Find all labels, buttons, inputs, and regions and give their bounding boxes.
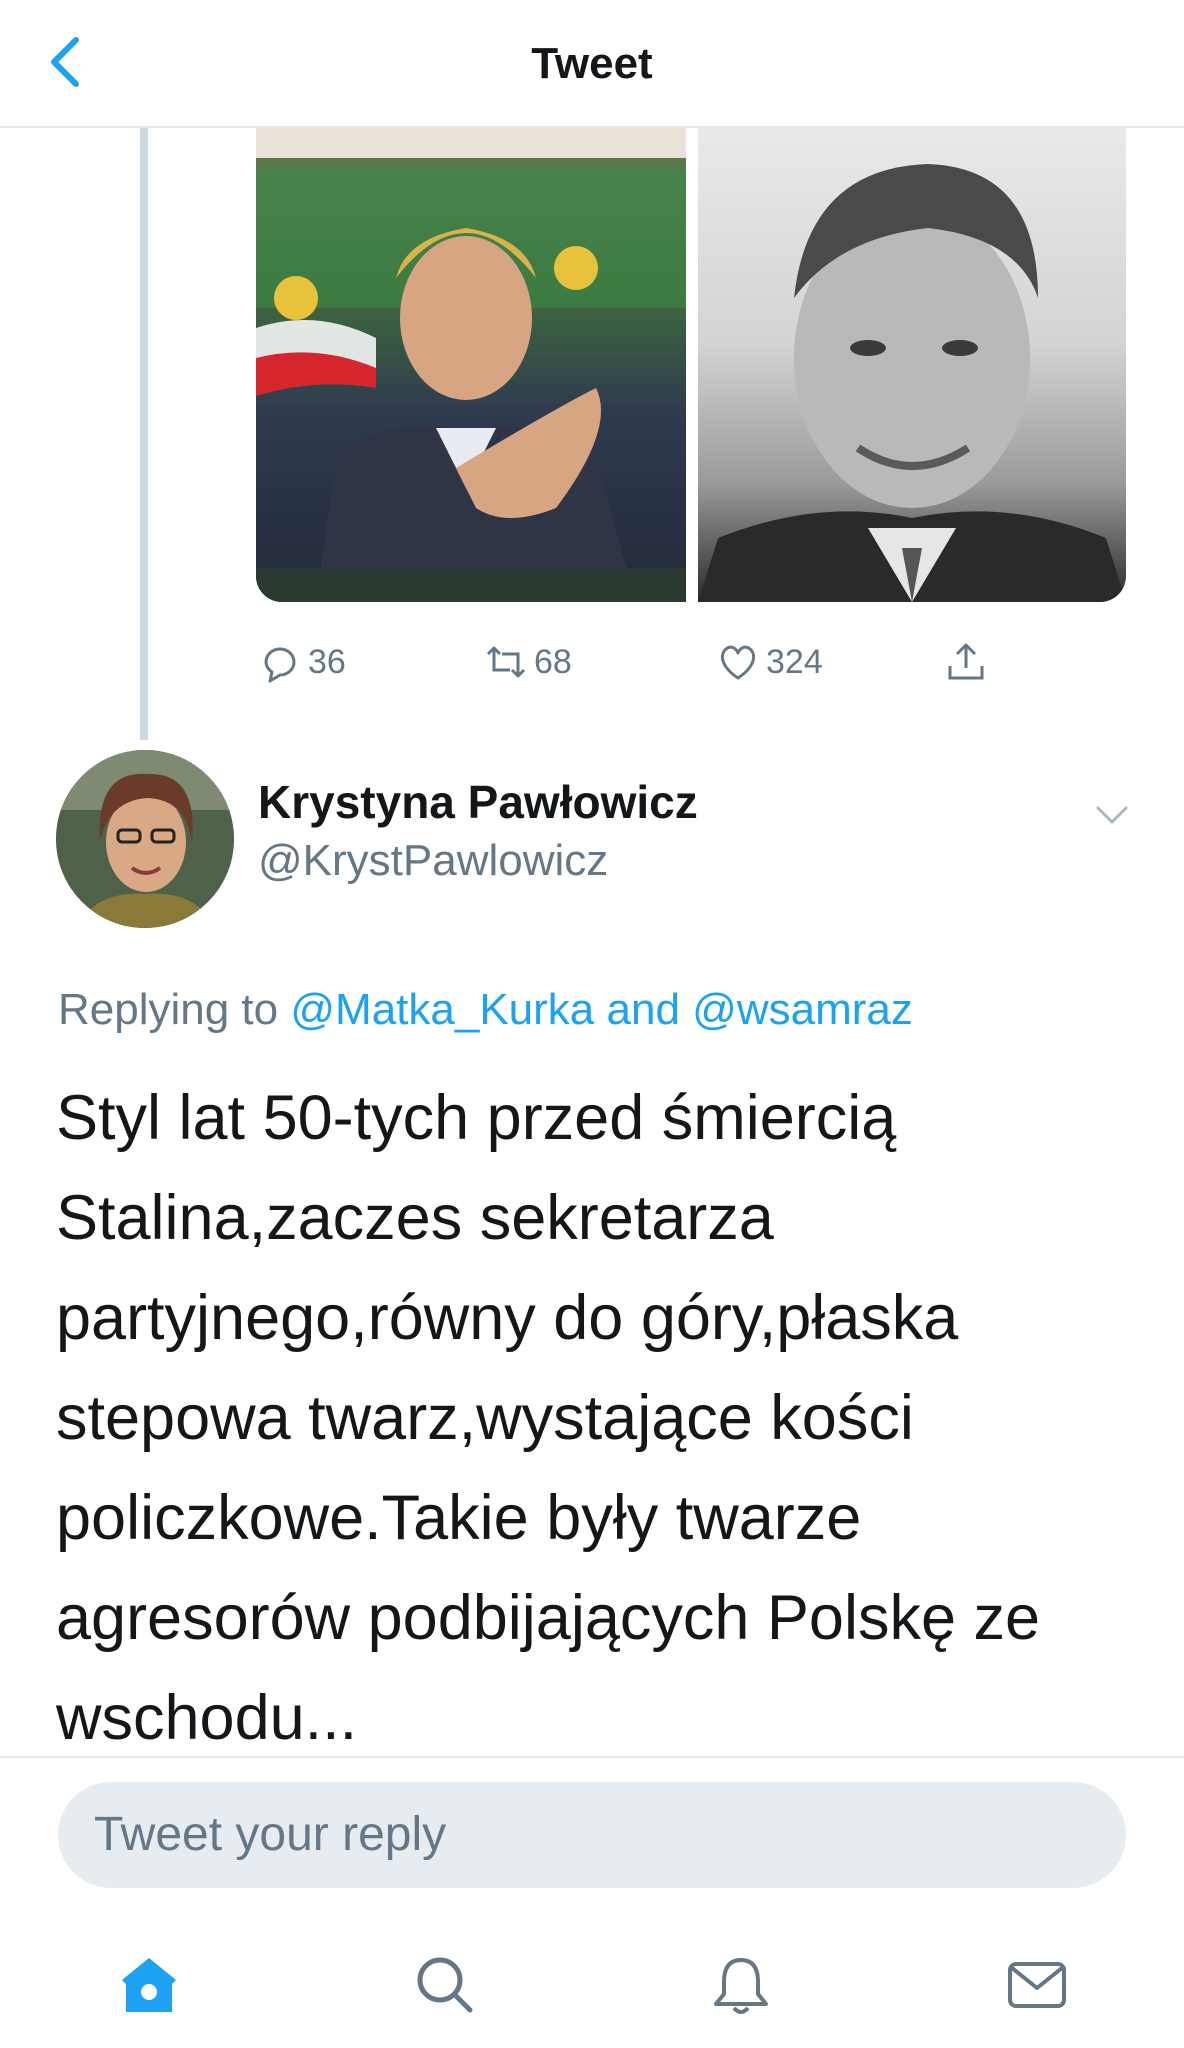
tweet-text-line: Styl lat 50-tych przed śmiercią	[56, 1083, 897, 1153]
replying-and[interactable]: and	[607, 985, 680, 1034]
retweet-count: 68	[534, 642, 572, 681]
tweet-text-line: agresorów podbijających Polskę ze	[56, 1583, 1041, 1653]
messages-icon	[1008, 1962, 1066, 2008]
top-nav-bar: Tweet	[0, 0, 1184, 128]
tweet-photo-left[interactable]	[256, 128, 686, 602]
like-action[interactable]: 324	[716, 638, 823, 686]
author-handle[interactable]: @KrystPawlowicz	[258, 834, 608, 888]
avatar[interactable]	[56, 750, 234, 928]
chevron-down-icon	[1096, 806, 1128, 824]
tweet-photo-right[interactable]	[698, 128, 1126, 602]
mention-link-1[interactable]: @Matka_Kurka	[290, 985, 594, 1034]
mention-link-2[interactable]: @wsamraz	[692, 985, 913, 1034]
reply-action[interactable]: 36	[258, 638, 346, 686]
reply-input[interactable]: Tweet your reply	[58, 1782, 1126, 1888]
notifications-icon	[714, 1958, 768, 2014]
home-icon	[122, 1958, 176, 2012]
tab-notifications[interactable]	[706, 1950, 776, 2020]
tab-messages[interactable]	[1002, 1950, 1072, 2020]
tweet-text-line: wschodu...	[56, 1683, 358, 1753]
tweet-text-line: Stalina,zaczes sekretarza	[56, 1183, 774, 1253]
retweet-icon	[486, 646, 526, 678]
author-name[interactable]: Krystyna Pawłowicz	[258, 774, 698, 830]
replying-prefix: Replying to	[58, 985, 279, 1034]
divider	[0, 1756, 1184, 1758]
tweet-media-grid	[256, 128, 1126, 602]
tweet-author-header: Krystyna Pawłowicz @KrystPawlowicz	[0, 742, 1184, 932]
share-icon	[948, 643, 984, 680]
page-title: Tweet	[531, 39, 653, 88]
share-action[interactable]	[944, 638, 988, 686]
tab-home[interactable]	[114, 1950, 184, 2020]
retweet-action[interactable]: 68	[484, 638, 572, 686]
tweet-actions-bar: 36 68 324	[0, 618, 1184, 706]
like-count: 324	[766, 642, 823, 681]
heart-icon	[720, 645, 756, 680]
tab-search[interactable]	[410, 1950, 480, 2020]
bottom-tab-bar	[0, 1930, 1184, 2048]
search-icon	[417, 1957, 473, 2013]
reply-bubble-icon	[264, 647, 296, 683]
tweet-text: Styl lat 50-tych przed śmiercią Stalina,…	[56, 1068, 1136, 1768]
tweet-options-button[interactable]	[1092, 798, 1132, 834]
tweet-text-line: stepowa twarz,wystające kości	[56, 1383, 914, 1453]
tweet-text-line: policzkowe.Takie były twarze	[56, 1483, 862, 1553]
tweet-text-line: partyjnego,równy do góry,płaska	[56, 1283, 959, 1353]
reply-count: 36	[308, 642, 346, 681]
replying-to: Replying to @Matka_Kurka and @wsamraz	[58, 982, 913, 1038]
reply-placeholder: Tweet your reply	[94, 1808, 447, 1861]
